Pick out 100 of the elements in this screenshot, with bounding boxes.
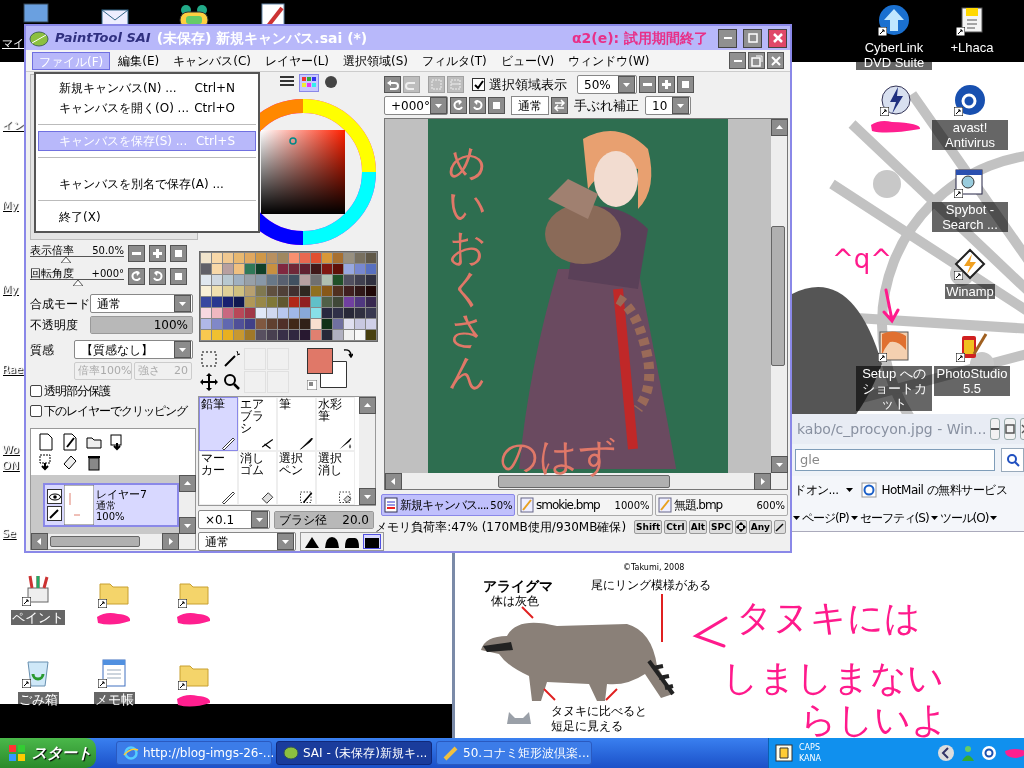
icon-label[interactable]: My [2, 284, 18, 295]
tool-button[interactable]: 鉛筆 [199, 397, 238, 451]
menu-item[interactable]: 選択領域(S) [337, 51, 414, 70]
blend-mode-dropdown[interactable]: 通常 [90, 294, 193, 313]
menu-item[interactable]: 終了(X) [38, 207, 256, 227]
key-indicator: Any [748, 520, 772, 534]
window-title: (未保存) 新規キャンバス.sai (*) [156, 28, 368, 48]
checkbox-label: 選択領域表示 [489, 75, 567, 94]
taskbar-button[interactable]: http://blog-imgs-26-... [116, 741, 272, 765]
key-indicator: Shift [634, 520, 663, 534]
caps-indicator: CAPS [799, 742, 821, 753]
menu-item[interactable]: 編集(E) [112, 51, 166, 70]
icon-label[interactable]: My [2, 200, 18, 211]
icon-label[interactable]: メモ帳 [93, 692, 135, 707]
brush-mode-dropdown[interactable]: 通常 [198, 532, 296, 551]
field-label: 不透明度 [30, 317, 79, 334]
field-label: 手ぶれ補正 [574, 96, 639, 115]
tool-button[interactable]: 消しゴム [238, 451, 277, 505]
callout-label: タヌキに比べると [551, 703, 647, 720]
link[interactable]: HotMail の無料サービス [881, 481, 1008, 499]
icon-label[interactable]: PhotoStudio 5.5 [934, 366, 1010, 396]
checkbox-label: 下のレイヤーでクリッピング [44, 403, 187, 420]
slider-label: 表示倍率 [30, 245, 74, 256]
app-logo: PaintTool SAI [55, 29, 151, 48]
field-label: 質感 [30, 341, 55, 359]
menu-item[interactable]: ビュー(V) [494, 51, 561, 70]
opacity-slider[interactable]: 100% [90, 316, 193, 334]
icon-label[interactable]: Wo [2, 444, 19, 455]
handwritten-note: めいおくさん [448, 143, 486, 394]
document-tab[interactable]: 新規キャンバス.... 50% [381, 494, 515, 516]
menu-item[interactable]: フィルタ(T) [416, 51, 493, 70]
icon-label[interactable]: マイ [2, 38, 24, 49]
icon-label[interactable]: avast! Antivirus [932, 120, 1008, 150]
rotation-dropdown[interactable]: +000° [384, 96, 448, 115]
icon-label[interactable]: Winamp [945, 284, 995, 299]
slider-label: ブラシ径 [279, 511, 327, 529]
document-tab[interactable]: 無題.bmp 600% [654, 494, 788, 516]
callout-label: 体は灰色 [491, 593, 539, 610]
layer-opacity: 100% [96, 510, 126, 522]
slider-label: 回転角度 [30, 268, 74, 279]
zoom-dropdown[interactable]: 50% [577, 75, 637, 94]
disabled-field: 倍率100% [74, 362, 132, 380]
layer-item[interactable]: レイヤー7 通常 100% [43, 483, 179, 527]
trial-notice: α2(e): 試用期間終了 [571, 28, 708, 48]
icon-label[interactable]: ON [2, 460, 19, 471]
figure-title: アライグマ [483, 577, 553, 595]
window-title: kabo/c_procyon.jpg - Win... [797, 419, 987, 439]
menu-button[interactable]: セーフティ(S) [859, 508, 929, 527]
tool-button[interactable]: エアブラシ [238, 397, 277, 451]
key-indicator: Ctrl [664, 520, 687, 534]
taskbar-button[interactable]: SAI - (未保存)新規キ... [276, 741, 432, 765]
slider-value: 100% [153, 317, 188, 334]
layer-mode: 通常 [96, 499, 116, 511]
checkbox-label: 透明部分保護 [44, 383, 110, 400]
handwritten-note: のはず [500, 437, 617, 475]
texture-dropdown[interactable]: 【質感なし】 [74, 340, 193, 359]
tool-button[interactable]: 選択消し [316, 451, 355, 505]
icon-label[interactable]: Se [2, 528, 16, 539]
tool-button[interactable]: 選択ペン [277, 451, 316, 505]
menu-item[interactable]: キャンバスを別名で保存(A) ... [38, 174, 256, 194]
handwritten-note: らしいよ [800, 702, 948, 738]
icon-label[interactable]: +Lhaca [949, 40, 995, 55]
icon-label[interactable]: Spybot - Search ... [932, 202, 1008, 232]
menu-item[interactable]: レイヤー(L) [258, 51, 336, 70]
menu-item[interactable]: ウィンドウ(W) [562, 51, 656, 70]
tool-button[interactable]: 水彩筆 [316, 397, 355, 451]
kana-indicator: KANA [799, 753, 822, 764]
handwritten-note: タヌキには [736, 600, 921, 636]
menu-item[interactable]: 新規キャンバス(N) ... Ctrl+N [38, 78, 256, 98]
key-indicator: SPC [709, 520, 733, 534]
disabled-field: 強さ 20 [134, 362, 192, 380]
field-label: 合成モード [30, 295, 88, 313]
icon-label[interactable]: Rae [2, 364, 23, 375]
handwritten-note: しましまない [722, 660, 944, 696]
menu-item[interactable]: キャンバス(C) [167, 51, 257, 70]
status-text: メモリ負荷率:47% (170MB使用/930MB確保) [375, 519, 627, 536]
icon-label[interactable]: イン [2, 120, 24, 131]
key-indicator: Alt [688, 520, 708, 534]
flip-mode-button[interactable]: 通常 [511, 96, 549, 115]
icon-label[interactable]: ごみ箱 [17, 692, 59, 707]
icon-label[interactable]: Setup へのショートカット [856, 366, 932, 411]
credit-text: ©Takumi, 2008 [623, 562, 685, 574]
slider-value: 20.0 [342, 511, 369, 529]
slider-value: +000° [91, 269, 124, 279]
brush-size-slider[interactable]: ブラシ径 20.0 [274, 510, 374, 529]
link[interactable]: ドオン... [794, 481, 839, 499]
tool-button[interactable]: マーカー [199, 451, 238, 505]
tool-button[interactable]: 筆 [277, 397, 316, 451]
menu-button[interactable]: ページ(P) [802, 508, 849, 527]
stabilizer-dropdown[interactable]: 10 [645, 96, 691, 115]
search-field[interactable]: gle [795, 449, 996, 471]
handwritten-note: ^q^ [832, 246, 893, 272]
icon-label[interactable]: ペイント [11, 610, 65, 625]
taskbar-button[interactable]: 50.コナミ矩形波倶楽... [436, 741, 592, 765]
menu-item[interactable]: キャンバスを開く(O) ... Ctrl+O [38, 98, 256, 118]
menu-button[interactable]: ツール(O) [939, 508, 989, 527]
size-multiplier-dropdown[interactable]: ×0.1 [198, 510, 270, 529]
callout-label: 短足に見える [551, 718, 623, 735]
slider-value: 50.0% [92, 246, 124, 256]
document-tab[interactable]: smokie.bmp 1000% [517, 494, 653, 516]
